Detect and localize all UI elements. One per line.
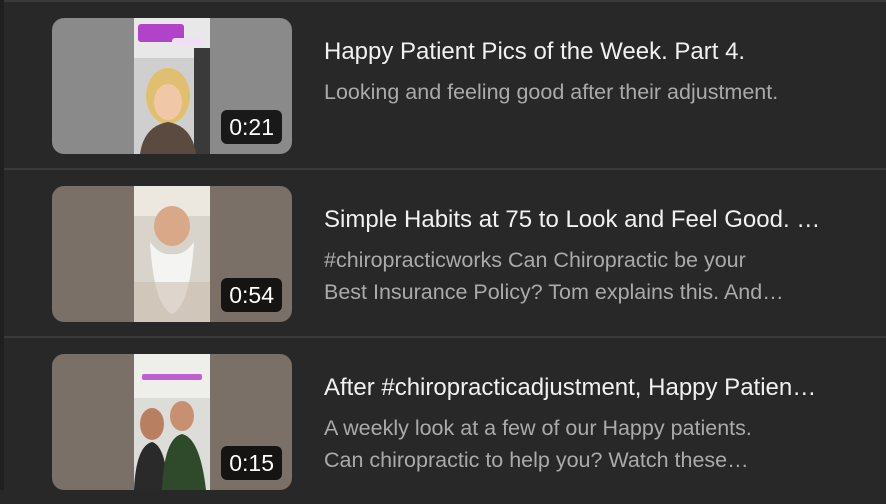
duration-badge: 0:54: [221, 278, 282, 312]
video-title[interactable]: After #chiropracticadjustment, Happy Pat…: [324, 372, 864, 404]
description-line: Best Insurance Policy? Tom explains this…: [324, 280, 784, 304]
description-line: Looking and feeling good after their adj…: [324, 80, 779, 104]
video-thumbnail[interactable]: 0:54: [52, 186, 292, 322]
video-description: Looking and feeling good after their adj…: [324, 76, 854, 108]
video-thumbnail[interactable]: 0:21: [52, 18, 292, 154]
video-thumbnail[interactable]: 0:15: [52, 354, 292, 490]
video-description: A weekly look at a few of our Happy pati…: [324, 412, 854, 476]
duration-badge: 0:15: [221, 446, 282, 480]
video-list-item[interactable]: 0:15 After #chiropracticadjustment, Happ…: [4, 336, 886, 504]
video-title[interactable]: Simple Habits at 75 to Look and Feel Goo…: [324, 204, 864, 236]
video-list: 0:21 Happy Patient Pics of the Week. Par…: [4, 0, 886, 504]
video-title[interactable]: Happy Patient Pics of the Week. Part 4.: [324, 36, 864, 68]
description-line: Can chiropractic to help you? Watch thes…: [324, 448, 749, 472]
video-list-item[interactable]: 0:21 Happy Patient Pics of the Week. Par…: [4, 0, 886, 168]
thumbnail-image: [134, 354, 210, 490]
duration-badge: 0:21: [221, 110, 282, 144]
thumbnail-image: [134, 186, 210, 322]
thumbnail-image: [134, 18, 210, 154]
video-list-item[interactable]: 0:54 Simple Habits at 75 to Look and Fee…: [4, 168, 886, 336]
description-line: #chiropracticworks Can Chiropractic be y…: [324, 248, 746, 272]
video-description: #chiropracticworks Can Chiropractic be y…: [324, 244, 854, 308]
description-line: A weekly look at a few of our Happy pati…: [324, 416, 752, 440]
